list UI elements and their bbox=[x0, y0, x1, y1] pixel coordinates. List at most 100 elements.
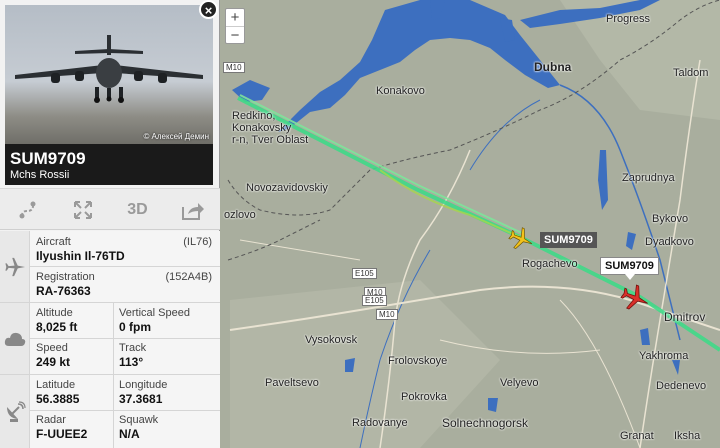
close-button[interactable]: × bbox=[199, 0, 218, 19]
flight-info-panel: © Алексей Демин × SUM9709 Mchs Rossii 3D… bbox=[0, 0, 220, 448]
aircraft-photo: © Алексей Демин bbox=[5, 5, 213, 144]
road-badge: E105 bbox=[362, 295, 387, 306]
flight-header: SUM9709 Mchs Rossii bbox=[5, 144, 213, 185]
place-label: Novozavidovskiy bbox=[246, 182, 328, 194]
registration-field: Registration RA-76363 bbox=[36, 271, 95, 299]
altitude-label: Altitude bbox=[36, 307, 73, 319]
squawk-value: N/A bbox=[119, 427, 140, 441]
latitude-field: Latitude 56.3885 bbox=[36, 379, 79, 407]
zoom-control: + − bbox=[225, 8, 245, 44]
place-label: Velyevo bbox=[500, 377, 539, 389]
squawk-field: Squawk N/A bbox=[119, 414, 158, 442]
squawk-label: Squawk bbox=[119, 414, 159, 426]
track-label: Track bbox=[119, 342, 147, 354]
place-label: Bykovo bbox=[652, 213, 689, 225]
zoom-out-button[interactable]: − bbox=[226, 26, 244, 44]
airplane-icon bbox=[4, 257, 25, 276]
divider bbox=[30, 266, 220, 267]
expand-icon bbox=[73, 201, 92, 219]
zoom-in-button[interactable]: + bbox=[226, 9, 244, 26]
position-section-icon-box bbox=[0, 375, 30, 448]
selected-aircraft-marker[interactable] bbox=[620, 283, 650, 318]
share-icon bbox=[181, 203, 204, 220]
3d-label: 3D bbox=[127, 201, 148, 218]
place-label: Paveltsevo bbox=[265, 377, 319, 389]
place-label: Dubna bbox=[534, 60, 572, 74]
plane-icon bbox=[508, 227, 533, 249]
aircraft-field: Aircraft Ilyushin Il-76TD bbox=[36, 236, 125, 264]
share-button[interactable] bbox=[165, 189, 220, 231]
place-label: Frolovskoye bbox=[388, 355, 448, 367]
place-label: Yakhroma bbox=[639, 350, 689, 362]
flight-tracker-app: Progress Dubna Taldom Konakovo Redkino, … bbox=[0, 0, 720, 448]
place-label: Solnechnogorsk bbox=[442, 416, 529, 430]
aircraft-illustration bbox=[15, 35, 203, 103]
aircraft-code: (IL76) bbox=[183, 236, 212, 248]
road-badge: E105 bbox=[352, 268, 377, 279]
speed-field: Speed 249 kt bbox=[36, 342, 70, 370]
fullscreen-button[interactable] bbox=[55, 189, 110, 231]
photo-credit: © Алексей Демин bbox=[143, 132, 209, 141]
plane-icon bbox=[620, 284, 648, 310]
flight-data-section-icon-box bbox=[0, 303, 30, 374]
radar-label: Radar bbox=[36, 414, 66, 426]
speed-label: Speed bbox=[36, 342, 68, 354]
place-label: Redkino, bbox=[232, 110, 276, 122]
registration-label: Registration bbox=[36, 271, 95, 283]
aircraft-label: Aircraft bbox=[36, 236, 71, 248]
registration-code: (152A4B) bbox=[165, 271, 212, 283]
route-icon bbox=[19, 201, 35, 219]
aircraft-marker[interactable] bbox=[508, 226, 534, 257]
latitude-value: 56.3885 bbox=[36, 392, 80, 406]
flight-callsign: SUM9709 bbox=[10, 149, 86, 168]
place-label: Vysokovsk bbox=[305, 334, 358, 346]
registration-value: RA-76363 bbox=[36, 284, 91, 298]
track-field: Track 113° bbox=[119, 342, 146, 370]
place-label: Iksha bbox=[674, 430, 701, 442]
position-section: Latitude 56.3885 Longitude 37.3681 Radar… bbox=[0, 375, 220, 448]
place-label: Radovanye bbox=[352, 417, 408, 429]
place-label: Konakovo bbox=[376, 85, 425, 97]
radar-value: F-UUEE2 bbox=[36, 427, 88, 441]
track-value: 113° bbox=[119, 355, 144, 369]
vertical-speed-field: Vertical Speed 0 fpm bbox=[119, 307, 190, 335]
place-label: ozlovo bbox=[224, 209, 256, 221]
road-badge: M10 bbox=[376, 309, 398, 320]
selected-flight-label[interactable]: SUM9709 bbox=[600, 257, 659, 280]
panel-toolbar: 3D bbox=[0, 188, 220, 230]
longitude-value: 37.3681 bbox=[119, 392, 163, 406]
flight-label[interactable]: SUM9709 bbox=[540, 232, 597, 248]
flight-data-section: Altitude 8,025 ft Vertical Speed 0 fpm S… bbox=[0, 303, 220, 375]
divider bbox=[113, 375, 114, 448]
place-label: Zaprudnya bbox=[622, 172, 675, 184]
place-label: Taldom bbox=[673, 67, 709, 79]
divider bbox=[30, 410, 220, 411]
road-badge: M10 bbox=[223, 62, 245, 73]
3d-view-button[interactable]: 3D bbox=[110, 189, 165, 231]
airline-name: Mchs Rossii bbox=[10, 169, 70, 181]
place-label: Konakovsky bbox=[232, 122, 292, 134]
aircraft-section: Aircraft Ilyushin Il-76TD (IL76) Registr… bbox=[0, 231, 220, 303]
place-label: Progress bbox=[606, 13, 651, 25]
route-button[interactable] bbox=[0, 189, 55, 231]
aircraft-section-icon-box bbox=[0, 231, 30, 302]
place-label: Dyadkovo bbox=[645, 236, 694, 248]
speed-value: 249 kt bbox=[36, 355, 71, 369]
radar-field: Radar F-UUEE2 bbox=[36, 414, 87, 442]
altitude-field: Altitude 8,025 ft bbox=[36, 307, 77, 335]
place-label: Rogachevo bbox=[522, 258, 578, 270]
place-label: Dedenevo bbox=[656, 380, 707, 392]
latitude-label: Latitude bbox=[36, 379, 76, 391]
place-label: r-n, Tver Oblast bbox=[232, 134, 309, 146]
vertical-speed-label: Vertical Speed bbox=[119, 307, 190, 319]
altitude-value: 8,025 ft bbox=[36, 320, 78, 334]
cloud-icon bbox=[4, 332, 25, 346]
aircraft-type: Ilyushin Il-76TD bbox=[36, 249, 125, 263]
vertical-speed-value: 0 fpm bbox=[119, 320, 152, 334]
longitude-field: Longitude 37.3681 bbox=[119, 379, 167, 407]
place-label: Dmitrov bbox=[664, 310, 706, 324]
place-label: Pokrovka bbox=[401, 391, 447, 403]
divider bbox=[30, 338, 220, 339]
radar-dish-icon bbox=[6, 400, 26, 422]
place-label: Granat bbox=[620, 430, 654, 442]
